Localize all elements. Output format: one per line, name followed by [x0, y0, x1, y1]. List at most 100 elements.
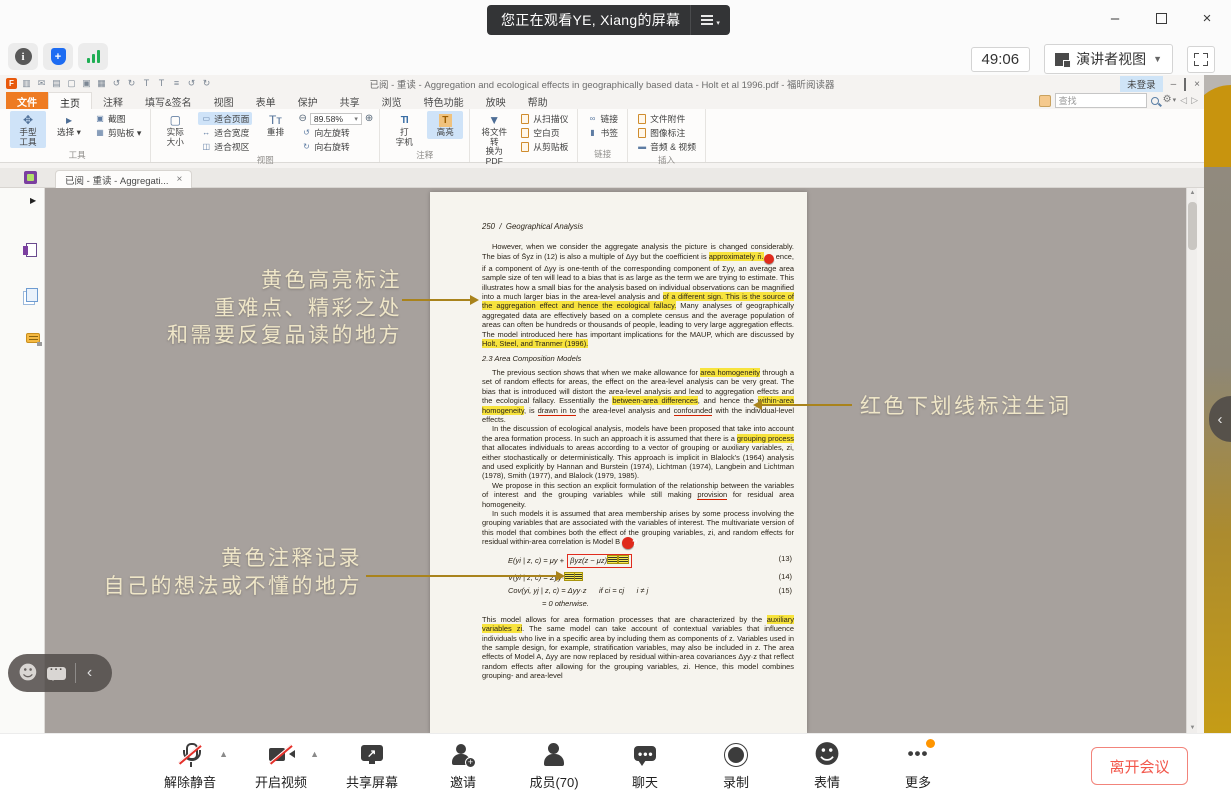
ribbon-button-书签[interactable]: ▮书签	[584, 126, 621, 139]
bookmarks-panel-icon[interactable]	[26, 243, 37, 257]
zoom-level-select[interactable]: 89.58%▾	[310, 113, 362, 125]
pdf-close-button[interactable]: ×	[1194, 77, 1200, 92]
ribbon-button-打字机[interactable]: TI打 字机	[386, 111, 422, 148]
comments-panel-icon[interactable]	[26, 333, 40, 343]
ribbon-tab-表单[interactable]: 表单	[245, 92, 287, 109]
vertical-scrollbar[interactable]: ▲ ▼	[1186, 188, 1197, 733]
toolbar-more[interactable]: •••更多	[896, 741, 940, 791]
chat-bubble-icon[interactable]	[47, 667, 66, 680]
collapse-chevron-icon[interactable]: ‹	[87, 664, 92, 682]
ribbon-button-链接[interactable]: ∞链接	[584, 112, 621, 125]
toolbar-chat[interactable]: •••聊天	[623, 741, 667, 791]
toolbar-mic-muted[interactable]: 解除静音▲	[168, 741, 212, 791]
ribbon-button-从扫描仪[interactable]: 从扫描仪	[517, 112, 571, 125]
ribbon-button-选择[interactable]: ▸选择 ▾	[51, 111, 87, 139]
scroll-down-icon[interactable]: ▼	[1187, 725, 1198, 731]
highlight-icon[interactable]: T	[141, 78, 152, 89]
reflow-icon[interactable]: ≡	[171, 78, 182, 89]
ribbon-button-向左旋转[interactable]: ↺向左旋转	[298, 126, 373, 139]
ribbon-button-图像标注[interactable]: 图像标注	[634, 126, 699, 139]
ribbon-button-空白页[interactable]: 空白页	[517, 126, 571, 139]
select-icon[interactable]: ▢	[66, 78, 77, 89]
ribbon-button-高亮[interactable]: T高亮	[427, 111, 463, 139]
meeting-info-button[interactable]: i	[8, 43, 38, 70]
ribbon-button-适合宽度[interactable]: ↔适合宽度	[198, 126, 252, 139]
ribbon-button-重排[interactable]: Tт重排	[257, 111, 293, 139]
toolbar-invite[interactable]: +邀请	[441, 741, 485, 791]
ribbon-button-截图[interactable]: ▣截图	[92, 112, 144, 125]
ribbon-button-从剪贴板[interactable]: 从剪贴板	[517, 140, 571, 153]
emoji-icon[interactable]: ☻	[18, 664, 38, 683]
search-icon[interactable]	[1151, 97, 1159, 105]
scroll-up-icon[interactable]: ▲	[1187, 190, 1198, 196]
find-tool-icon[interactable]	[1039, 95, 1051, 107]
typewriter-icon[interactable]: T	[156, 78, 167, 89]
toolbar-emoji[interactable]: ☻表情	[805, 741, 849, 791]
rotate-left-icon[interactable]: ↺	[111, 78, 122, 89]
sticky-note-icon[interactable]	[607, 555, 618, 564]
preview-icon[interactable]: ▤	[51, 78, 62, 89]
close-button[interactable]: ×	[1197, 8, 1217, 28]
save-icon[interactable]: ▥	[21, 78, 32, 89]
caret-up-icon[interactable]: ▲	[310, 749, 319, 759]
rotate-right-icon[interactable]: ↻	[126, 78, 137, 89]
gear-icon[interactable]: ⚙▾	[1163, 94, 1176, 107]
ribbon-button-将文件转换为PDF[interactable]: ▼将文件转 换为PDF	[476, 111, 512, 167]
sidebar-expand-icon[interactable]: ▶	[30, 196, 36, 205]
ribbon-button-文件附件[interactable]: 文件附件	[634, 112, 699, 125]
toolbar-share-screen[interactable]: ↗共享屏幕	[350, 741, 394, 791]
tab-close-icon[interactable]: ×	[176, 174, 182, 185]
comment-question-icon[interactable]: ?	[622, 537, 634, 549]
ribbon-button-适合页面[interactable]: ▭适合页面	[198, 112, 252, 125]
pdf-restore-button[interactable]	[1184, 77, 1186, 92]
ribbon-tab-主页[interactable]: 主页	[48, 92, 92, 109]
find-previous-icon[interactable]: ◁	[1180, 95, 1187, 106]
ribbon-tab-文件[interactable]: 文件	[6, 92, 48, 109]
network-quality-button[interactable]	[78, 43, 108, 70]
ribbon-button-音频 & 视频[interactable]: ▬音频 & 视频	[634, 140, 699, 153]
ribbon-tab-帮助[interactable]: 帮助	[517, 92, 559, 109]
ribbon-tab-共享[interactable]: 共享	[329, 92, 371, 109]
ribbon-tab-浏览[interactable]: 浏览	[371, 92, 413, 109]
ribbon-tab-放映[interactable]: 放映	[475, 92, 517, 109]
email-icon[interactable]: ✉	[36, 78, 47, 89]
ribbon-button-向右旋转[interactable]: ↻向右旋转	[298, 140, 373, 153]
fullscreen-button[interactable]	[1187, 46, 1215, 73]
leave-meeting-button[interactable]: 离开会议	[1091, 747, 1188, 785]
snapshot-icon[interactable]: ▣	[81, 78, 92, 89]
ribbon-tab-特色功能[interactable]: 特色功能	[413, 92, 475, 109]
pages-panel-icon[interactable]	[26, 288, 38, 302]
ribbon-tab-视图[interactable]: 视图	[203, 92, 245, 109]
toolbar-camera-off[interactable]: 开启视频▲	[259, 741, 303, 791]
ribbon-tab-保护[interactable]: 保护	[287, 92, 329, 109]
pdf-minimize-button[interactable]: –	[1171, 77, 1177, 92]
login-button[interactable]: 未登录	[1120, 76, 1163, 92]
undo-icon[interactable]: ↺	[186, 78, 197, 89]
maximize-button[interactable]	[1151, 8, 1171, 28]
ribbon-button-实际大小[interactable]: ▢实际 大小	[157, 111, 193, 148]
zoom-out-icon[interactable]: ⊖	[298, 113, 306, 124]
scrollbar-thumb[interactable]	[1188, 202, 1197, 250]
document-tab[interactable]: 已阅 - 重读 - Aggregati... ×	[55, 170, 192, 188]
view-mode-button[interactable]: 演讲者视图 ▼	[1044, 44, 1173, 74]
ribbon-tab-注释[interactable]: 注释	[92, 92, 134, 109]
sticky-note-icon[interactable]	[618, 555, 629, 564]
ribbon-button-剪贴板[interactable]: ▦剪贴板 ▾	[92, 126, 144, 139]
find-input[interactable]	[1055, 93, 1147, 108]
toolbar-members[interactable]: 成员(70)	[532, 741, 576, 791]
foxit-logo[interactable]: F	[6, 78, 17, 89]
pdf-app-icon[interactable]	[24, 171, 37, 184]
redo-icon[interactable]: ↻	[201, 78, 212, 89]
ribbon-button-适合视区[interactable]: ◫适合视区	[198, 140, 252, 153]
comment-question-icon[interactable]: ?	[764, 254, 774, 264]
clipboard-icon[interactable]: ▦	[96, 78, 107, 89]
security-button[interactable]: +	[43, 43, 73, 70]
toolbar-record[interactable]: 录制	[714, 741, 758, 791]
zoom-in-icon[interactable]: ⊕	[365, 113, 373, 124]
caret-up-icon[interactable]: ▲	[219, 749, 228, 759]
ribbon-tab-填写&签名[interactable]: 填写&签名	[134, 92, 203, 109]
find-next-icon[interactable]: ▷	[1191, 95, 1198, 106]
banner-menu-button[interactable]: ▾	[690, 5, 730, 35]
ribbon-button-手型工具[interactable]: ✥手型 工具	[10, 111, 46, 148]
minimize-button[interactable]: –	[1105, 8, 1125, 28]
